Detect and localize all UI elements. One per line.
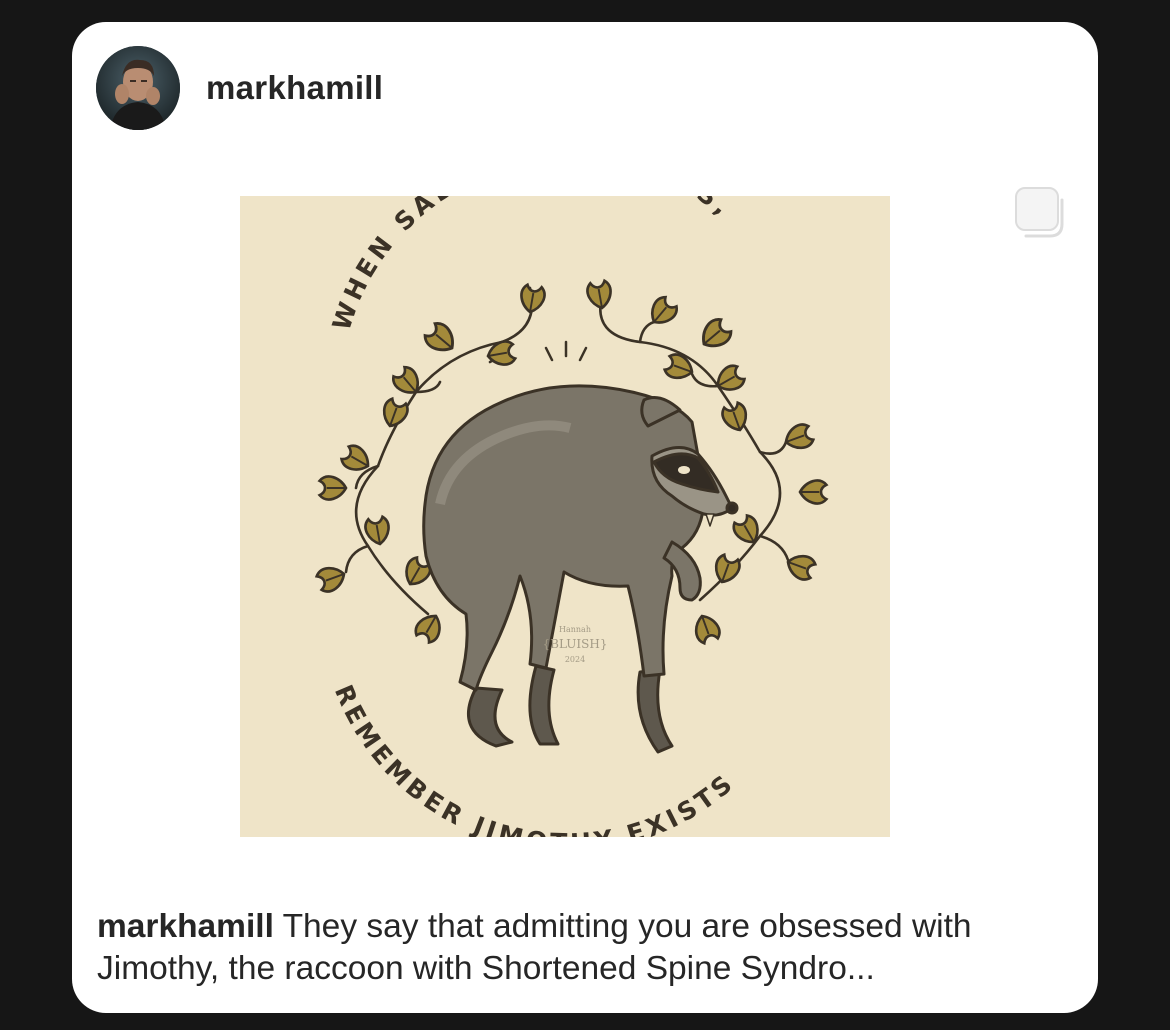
post-username[interactable]: markhamill [206,69,383,107]
avatar[interactable] [96,46,180,130]
svg-text:Hannah: Hannah [559,625,591,634]
post-header: markhamill [96,44,383,132]
post-image[interactable]: WHEN SADNESS PERSISTS, REMEMBER JIMOTHY … [240,196,890,837]
post-card: markhamill WHEN SADNESS PERSISTS, REMEMB… [72,22,1098,1013]
post-caption: markhamill They say that admitting you a… [97,906,1057,990]
caption-username[interactable]: markhamill [97,908,274,945]
avatar-photo [96,46,180,130]
carousel-icon [1008,184,1068,244]
svg-text:{BLUISH}: {BLUISH} [543,637,608,651]
svg-text:2024: 2024 [565,655,585,664]
